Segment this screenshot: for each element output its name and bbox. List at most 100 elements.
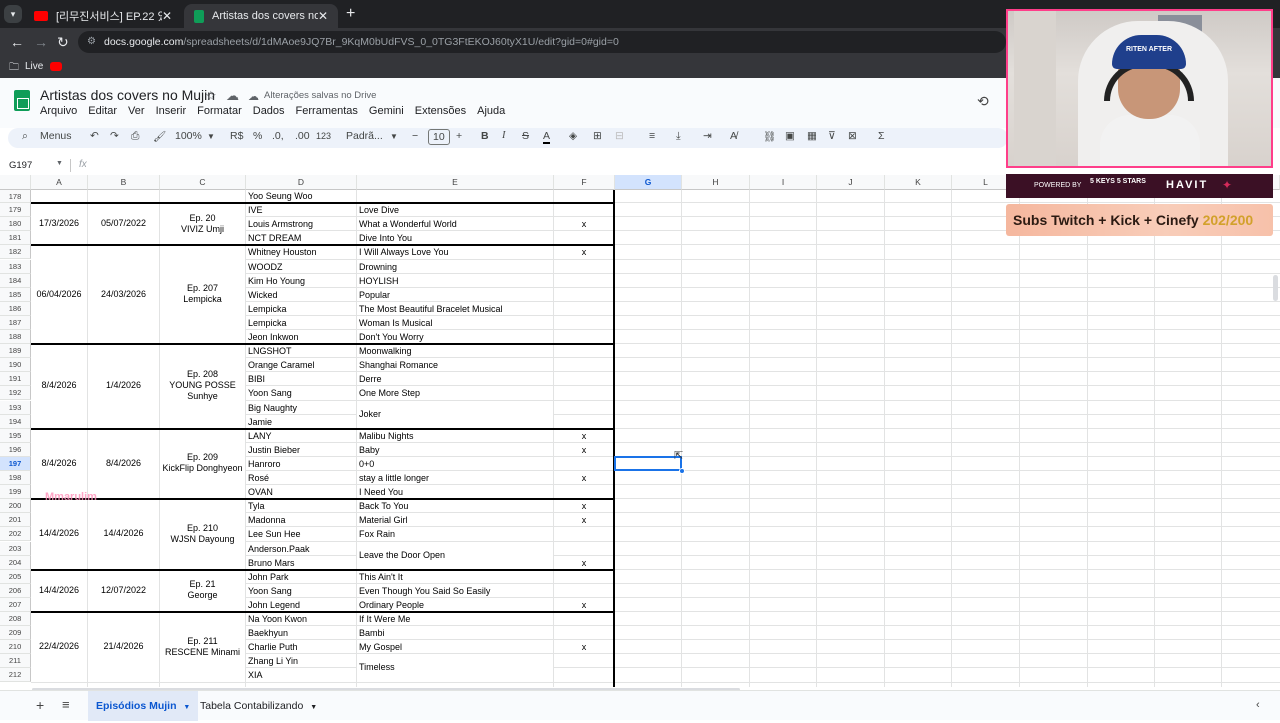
- cell-artist[interactable]: Yoon Sang: [248, 386, 356, 400]
- cell-song[interactable]: What a Wonderful World: [359, 217, 553, 231]
- cell-song[interactable]: Drowning: [359, 260, 553, 274]
- redo-icon[interactable]: ↷: [110, 130, 119, 142]
- zoom-select[interactable]: 100%: [175, 130, 202, 142]
- column-header[interactable]: E: [357, 175, 554, 190]
- select-all-corner[interactable]: [0, 175, 31, 190]
- currency-format-button[interactable]: R$: [230, 130, 243, 142]
- font-size-input[interactable]: 10: [428, 129, 450, 145]
- menu-gemini[interactable]: Gemini: [369, 105, 404, 117]
- cell-artist[interactable]: Yoon Sang: [248, 584, 356, 598]
- fill-handle[interactable]: [679, 468, 685, 474]
- chevron-down-icon[interactable]: ▼: [390, 132, 398, 141]
- filter-views-icon[interactable]: ⊠: [848, 130, 857, 142]
- sheet-tab-tabela[interactable]: Tabela Contabilizando ▼: [192, 691, 325, 721]
- menu-extensoes[interactable]: Extensões: [415, 105, 466, 117]
- star-icon[interactable]: ☆: [205, 88, 217, 104]
- cell-episode[interactable]: Ep. 209 KickFlip Donghyeon: [160, 428, 245, 499]
- merge-cells-icon[interactable]: ⊟: [615, 130, 624, 142]
- cell-song[interactable]: Material Girl: [359, 513, 553, 527]
- decrease-decimal-button[interactable]: .0,: [272, 130, 284, 142]
- cell-episode[interactable]: Ep. 208 YOUNG POSSE Sunhye: [160, 344, 245, 428]
- cell-mark[interactable]: x: [554, 499, 614, 513]
- back-icon[interactable]: ←: [10, 34, 24, 50]
- row-header[interactable]: 202: [0, 527, 31, 542]
- paint-format-icon[interactable]: 🖌: [153, 130, 166, 143]
- menus-search-button[interactable]: Menus: [40, 130, 72, 142]
- drive-status-icon[interactable]: ☁: [226, 88, 239, 104]
- cell-episode-date[interactable]: 1/4/2026: [88, 344, 159, 428]
- cell-song[interactable]: Back To You: [359, 499, 553, 513]
- cell-mark[interactable]: x: [554, 471, 614, 485]
- chart-icon[interactable]: ▦: [807, 130, 817, 142]
- row-header[interactable]: 193: [0, 400, 31, 415]
- cell-song-merged[interactable]: Joker: [357, 400, 553, 428]
- cell-artist[interactable]: John Park: [248, 570, 356, 584]
- cell-artist[interactable]: Rosé: [248, 471, 356, 485]
- cell-artist[interactable]: Whitney Houston: [248, 245, 356, 259]
- cell-episode[interactable]: Ep. 207 Lempicka: [160, 245, 245, 344]
- cell-artist[interactable]: Kim Ho Young: [248, 274, 356, 288]
- column-header[interactable]: G: [615, 175, 682, 190]
- site-info-icon[interactable]: ⚙: [87, 31, 96, 53]
- cell-song[interactable]: The Most Beautiful Bracelet Musical: [359, 302, 553, 316]
- cell-artist[interactable]: Lempicka: [248, 302, 356, 316]
- cell-artist[interactable]: Jamie: [248, 415, 356, 429]
- percent-format-button[interactable]: %: [253, 130, 262, 142]
- browser-tab-sheets[interactable]: Artistas dos covers no Mujin - G ✕: [184, 4, 338, 28]
- sheets-logo-icon[interactable]: [14, 90, 30, 111]
- row-header[interactable]: 190: [0, 358, 31, 373]
- cell-artist[interactable]: Na Yoon Kwon: [248, 612, 356, 626]
- cell-episode[interactable]: Ep. 210 WJSN Dayoung: [160, 499, 245, 569]
- cell-song[interactable]: Love Dive: [359, 203, 553, 217]
- cell-song[interactable]: My Gospel: [359, 640, 553, 654]
- cell-artist[interactable]: BIBI: [248, 372, 356, 386]
- increase-font-icon[interactable]: +: [456, 130, 462, 142]
- row-header[interactable]: 194: [0, 414, 31, 429]
- cell-song[interactable]: stay a little longer: [359, 471, 553, 485]
- cell-publish-date[interactable]: 14/4/2026: [31, 569, 87, 611]
- document-title[interactable]: Artistas dos covers no Mujin: [40, 87, 215, 103]
- row-header[interactable]: 196: [0, 442, 31, 457]
- all-sheets-icon[interactable]: ≡: [62, 697, 70, 712]
- row-header[interactable]: 187: [0, 315, 31, 330]
- menu-arquivo[interactable]: Arquivo: [40, 105, 77, 117]
- new-tab-icon[interactable]: +: [346, 5, 355, 23]
- row-header[interactable]: 212: [0, 668, 31, 683]
- cell-mark[interactable]: x: [554, 245, 614, 259]
- chevron-down-icon[interactable]: ▼: [310, 704, 317, 711]
- forward-icon[interactable]: →: [34, 34, 48, 50]
- cell-artist[interactable]: OVAN: [248, 485, 356, 499]
- vertical-align-icon[interactable]: ⤓: [676, 130, 681, 143]
- row-header[interactable]: 203: [0, 541, 31, 556]
- cell-artist[interactable]: Madonna: [248, 513, 356, 527]
- close-tab-icon[interactable]: ✕: [162, 9, 172, 23]
- row-header[interactable]: 191: [0, 372, 31, 387]
- chevron-down-icon[interactable]: ▼: [207, 132, 215, 141]
- column-header[interactable]: B: [88, 175, 160, 190]
- cell-publish-date[interactable]: 17/3/2026: [31, 203, 87, 245]
- cell-artist[interactable]: Zhang Li Yin: [248, 654, 356, 668]
- cell-artist[interactable]: WOODZ: [248, 260, 356, 274]
- row-header[interactable]: 208: [0, 612, 31, 627]
- add-sheet-icon[interactable]: +: [36, 697, 44, 713]
- cell-publish-date[interactable]: 22/4/2026: [31, 612, 87, 682]
- row-header[interactable]: 181: [0, 231, 31, 246]
- cell-song[interactable]: This Ain't It: [359, 570, 553, 584]
- cell-artist[interactable]: Lempicka: [248, 316, 356, 330]
- row-header[interactable]: 200: [0, 499, 31, 514]
- cell-artist[interactable]: LANY: [248, 429, 356, 443]
- column-header[interactable]: A: [31, 175, 88, 190]
- cell-mark[interactable]: x: [554, 556, 614, 570]
- collapse-side-panel-icon[interactable]: ‹: [1256, 699, 1260, 711]
- font-select[interactable]: Padrã...: [346, 130, 383, 142]
- cell-mark[interactable]: x: [554, 443, 614, 457]
- column-header[interactable]: C: [160, 175, 246, 190]
- row-header[interactable]: 201: [0, 513, 31, 528]
- print-icon[interactable]: ⎙: [131, 130, 139, 143]
- row-header[interactable]: 199: [0, 485, 31, 500]
- row-header[interactable]: 184: [0, 273, 31, 288]
- functions-icon[interactable]: Σ: [878, 130, 885, 142]
- comment-icon[interactable]: ▣: [785, 130, 795, 142]
- browser-tab-youtube[interactable]: [리무진서비스] EP.22 있지 리아 ✕: [24, 4, 182, 28]
- row-header[interactable]: 182: [0, 245, 31, 260]
